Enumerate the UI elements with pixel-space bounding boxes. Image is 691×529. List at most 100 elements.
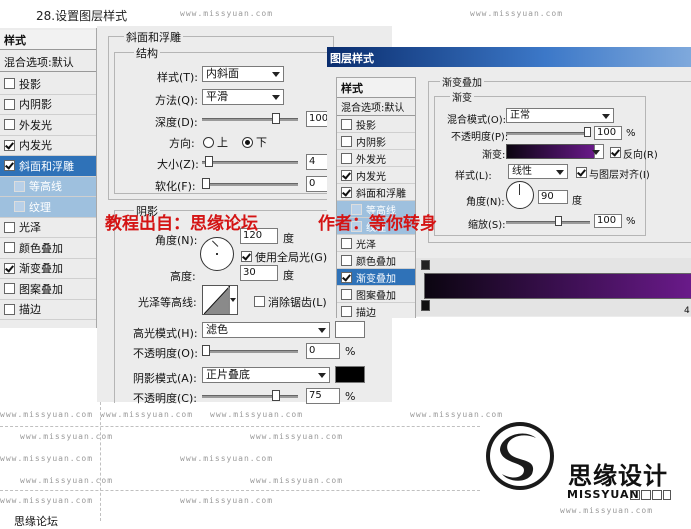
- direction-up-radio[interactable]: [203, 137, 214, 148]
- g-opacity-track[interactable]: [506, 132, 590, 135]
- styles-panel-item[interactable]: 光泽: [0, 218, 96, 238]
- depth-slider-thumb[interactable]: [272, 113, 280, 124]
- size-input[interactable]: 4: [306, 154, 328, 170]
- dialog2-styles-item[interactable]: 内发光: [337, 167, 415, 184]
- dialog2-styles-item[interactable]: 内阴影: [337, 133, 415, 150]
- gloss-contour-picker[interactable]: [202, 285, 238, 315]
- styles-panel-item-checkbox[interactable]: [4, 119, 15, 131]
- dialog2-styles-item[interactable]: 投影: [337, 116, 415, 133]
- scale-input[interactable]: 100: [594, 214, 622, 228]
- global-light-label: 使用全局光(G): [255, 251, 328, 264]
- highlight-mode-select[interactable]: 滤色: [202, 322, 330, 338]
- shadow-opacity-thumb[interactable]: [272, 390, 280, 401]
- method-select[interactable]: 平滑: [202, 89, 284, 105]
- styles-panel-item[interactable]: 颜色叠加: [0, 238, 96, 259]
- angle-dial[interactable]: [200, 237, 234, 271]
- dialog2-styles-item-checkbox[interactable]: [341, 169, 352, 181]
- direction-down-radio[interactable]: [242, 137, 253, 148]
- depth-input[interactable]: 100: [306, 111, 328, 127]
- blend-options-default[interactable]: 混合选项:默认: [0, 52, 96, 72]
- styles-panel-item[interactable]: 外发光: [0, 115, 96, 136]
- dialog2-styles-item-checkbox[interactable]: [341, 135, 352, 147]
- shadow-opacity-track[interactable]: [202, 395, 298, 398]
- watermark: www.missyuan.com: [470, 9, 564, 18]
- styles-panel-item[interactable]: 内阴影: [0, 95, 96, 115]
- size-slider-thumb[interactable]: [205, 156, 213, 167]
- bevel-section-title: 斜面和浮雕: [124, 29, 183, 45]
- styles-panel-item[interactable]: 渐变叠加: [0, 259, 96, 279]
- styles-panel-item-checkbox[interactable]: [4, 303, 15, 315]
- g-opacity-thumb[interactable]: [584, 127, 591, 137]
- styles-panel-item-checkbox[interactable]: [4, 78, 15, 90]
- gradient-preview[interactable]: [506, 144, 596, 159]
- gradient-label: 渐变:: [482, 150, 506, 161]
- style-select[interactable]: 内斜面: [202, 66, 284, 82]
- scale-thumb[interactable]: [555, 216, 562, 226]
- soften-slider-track[interactable]: [202, 183, 298, 186]
- g-style-select[interactable]: 线性: [508, 164, 568, 179]
- styles-panel-item-checkbox[interactable]: [4, 283, 15, 295]
- shadow-mode-select[interactable]: 正片叠底: [202, 367, 330, 383]
- dialog2-styles-item[interactable]: 斜面和浮雕: [337, 184, 415, 201]
- styles-panel-item[interactable]: 斜面和浮雕: [0, 156, 96, 177]
- dialog2-styles-item[interactable]: 渐变叠加: [337, 269, 415, 286]
- styles-panel-item-checkbox[interactable]: [14, 180, 25, 192]
- g-angle-input[interactable]: 90: [538, 190, 568, 204]
- color-stop-icon[interactable]: [421, 300, 430, 311]
- global-light-checkbox[interactable]: [241, 251, 252, 262]
- dialog2-styles-item-label: 斜面和浮雕: [356, 188, 406, 200]
- highlight-color-swatch[interactable]: [335, 321, 365, 338]
- styles-panel-item-checkbox[interactable]: [4, 262, 15, 274]
- dialog2-styles-item[interactable]: 光泽: [337, 235, 415, 252]
- blend-mode-select[interactable]: 正常: [506, 108, 614, 123]
- styles-panel-item[interactable]: 投影: [0, 74, 96, 95]
- g-opacity-input[interactable]: 100: [594, 126, 622, 140]
- dialog2-styles-item-checkbox[interactable]: [341, 237, 352, 249]
- depth-slider-track[interactable]: [202, 118, 298, 121]
- dialog2-blend-default[interactable]: 混合选项:默认: [337, 98, 415, 116]
- dialog2-styles-item[interactable]: 图案叠加: [337, 286, 415, 303]
- gradient-editor-bar[interactable]: [424, 273, 691, 299]
- styles-panel-item-checkbox[interactable]: [4, 242, 15, 254]
- reverse-checkbox[interactable]: [610, 147, 621, 158]
- soften-slider-thumb[interactable]: [202, 178, 210, 189]
- shadow-color-swatch[interactable]: [335, 366, 365, 383]
- styles-panel-title: 样式: [0, 30, 96, 50]
- size-slider-track[interactable]: [202, 161, 298, 164]
- highlight-opacity-thumb[interactable]: [202, 345, 210, 356]
- highlight-opacity-input[interactable]: 0: [306, 343, 340, 359]
- styles-panel-item-checkbox[interactable]: [4, 98, 15, 110]
- dialog2-styles-item-label: 内阴影: [356, 137, 386, 149]
- dialog2-styles-item[interactable]: 描边: [337, 303, 415, 318]
- align-layer-checkbox[interactable]: [576, 167, 587, 178]
- gradient-dropdown[interactable]: [592, 144, 604, 159]
- blend-options-label: 混合选项:默认: [4, 55, 74, 69]
- g-angle-dial[interactable]: [506, 181, 534, 209]
- styles-panel-item-checkbox[interactable]: [4, 139, 15, 151]
- styles-panel-item[interactable]: 内发光: [0, 136, 96, 156]
- shadow-opacity-input[interactable]: 75: [306, 388, 340, 404]
- dialog2-styles-item-checkbox[interactable]: [341, 288, 352, 300]
- dialog2-styles-item-checkbox[interactable]: [341, 305, 352, 317]
- dialog2-styles-item-checkbox[interactable]: [341, 186, 352, 198]
- styles-panel-item-checkbox[interactable]: [4, 160, 15, 172]
- dialog2-styles-item-checkbox[interactable]: [341, 118, 352, 130]
- altitude-input[interactable]: 30: [240, 265, 278, 281]
- styles-panel-item[interactable]: 等高线: [0, 176, 96, 197]
- styles-panel-item[interactable]: 描边: [0, 300, 96, 320]
- dialog2-styles-item[interactable]: 外发光: [337, 150, 415, 167]
- dialog2-styles-item-checkbox[interactable]: [341, 271, 352, 283]
- antialias-checkbox[interactable]: [254, 296, 265, 307]
- styles-panel-item-checkbox[interactable]: [14, 201, 25, 213]
- styles-panel-item[interactable]: 纹理: [0, 197, 96, 218]
- styles-panel-item[interactable]: 图案叠加: [0, 279, 96, 300]
- scale-track[interactable]: [506, 221, 590, 224]
- soften-input[interactable]: 0: [306, 176, 328, 192]
- styles-panel-item-checkbox[interactable]: [4, 221, 15, 233]
- dialog2-styles-item-checkbox[interactable]: [341, 152, 352, 164]
- opacity-stop-icon[interactable]: [421, 260, 430, 270]
- dialog2-styles-item[interactable]: 颜色叠加: [337, 252, 415, 269]
- dialog2-titlebar[interactable]: [327, 47, 691, 67]
- highlight-opacity-track[interactable]: [202, 350, 298, 353]
- dialog2-styles-item-checkbox[interactable]: [341, 254, 352, 266]
